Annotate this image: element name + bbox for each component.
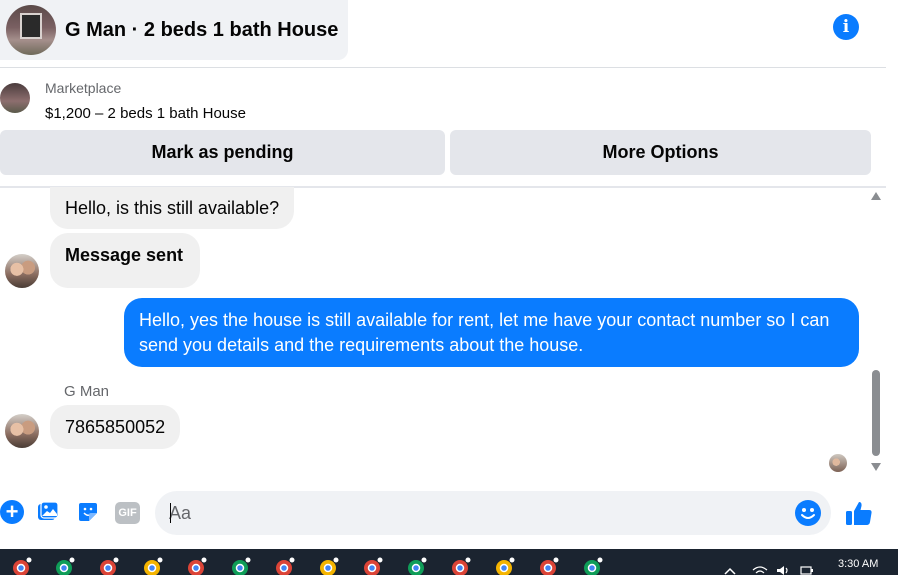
text-caret <box>170 503 171 523</box>
tray-chevron-icon[interactable] <box>724 567 736 575</box>
chrome-app-icon[interactable] <box>229 557 251 575</box>
house-avatar <box>6 5 56 55</box>
scroll-down-arrow[interactable] <box>871 463 881 471</box>
listing-summary[interactable]: Marketplace $1,200 – 2 beds 1 bath House <box>0 78 886 128</box>
chrome-app-icon[interactable] <box>581 557 603 575</box>
chrome-app-icon[interactable] <box>273 557 295 575</box>
chrome-app-icon[interactable] <box>10 557 32 575</box>
mark-as-pending-button[interactable]: Mark as pending <box>0 130 445 175</box>
chrome-app-icon[interactable] <box>317 557 339 575</box>
message-input[interactable] <box>169 491 789 535</box>
thumbs-up-icon[interactable] <box>845 499 873 527</box>
chrome-app-icon[interactable] <box>405 557 427 575</box>
emoji-icon[interactable] <box>795 500 821 526</box>
battery-icon[interactable] <box>800 565 814 575</box>
wifi-icon[interactable] <box>752 565 768 575</box>
os-taskbar: 3:30 AM <box>0 549 898 575</box>
seen-indicator-avatar <box>829 454 847 472</box>
scroll-up-arrow[interactable] <box>871 192 881 200</box>
listing-thumbnail <box>0 83 30 113</box>
conversation-title-chip[interactable]: G Man · 2 beds 1 bath House <box>0 0 348 60</box>
image-icon[interactable] <box>36 500 60 524</box>
conversation-title: G Man · 2 beds 1 bath House <box>65 18 339 41</box>
plus-icon[interactable]: + <box>0 500 24 524</box>
scrollbar-thumb[interactable] <box>872 370 880 456</box>
volume-icon[interactable] <box>776 565 790 575</box>
chrome-app-icon[interactable] <box>141 557 163 575</box>
system-message: Message sent <box>50 233 200 288</box>
message-input-wrapper[interactable] <box>155 491 831 535</box>
chrome-app-icon[interactable] <box>449 557 471 575</box>
chrome-app-icon[interactable] <box>185 557 207 575</box>
sticker-icon[interactable] <box>76 500 100 524</box>
chrome-app-icon[interactable] <box>53 557 75 575</box>
contact-avatar[interactable] <box>5 254 39 288</box>
chrome-app-icon[interactable] <box>537 557 559 575</box>
sender-name: G Man <box>64 383 110 400</box>
listing-source: Marketplace <box>45 80 122 96</box>
taskbar-clock[interactable]: 3:30 AM <box>838 558 878 570</box>
listing-price-title: $1,200 – 2 beds 1 bath House <box>45 105 246 122</box>
chrome-app-icon[interactable] <box>97 557 119 575</box>
outgoing-message: Hello, yes the house is still available … <box>124 298 859 367</box>
more-options-button[interactable]: More Options <box>450 130 871 175</box>
chrome-app-icon[interactable] <box>361 557 383 575</box>
gif-icon[interactable]: GIF <box>115 502 140 524</box>
incoming-message: Hello, is this still available? <box>50 187 295 229</box>
info-icon[interactable]: i <box>833 14 859 40</box>
messenger-window: G Man · 2 beds 1 bath House i Marketplac… <box>0 0 898 575</box>
conversation-header: G Man · 2 beds 1 bath House i <box>0 0 886 68</box>
contact-avatar[interactable] <box>5 414 39 448</box>
incoming-message: 7865850052 <box>50 405 181 449</box>
chrome-app-icon[interactable] <box>493 557 515 575</box>
